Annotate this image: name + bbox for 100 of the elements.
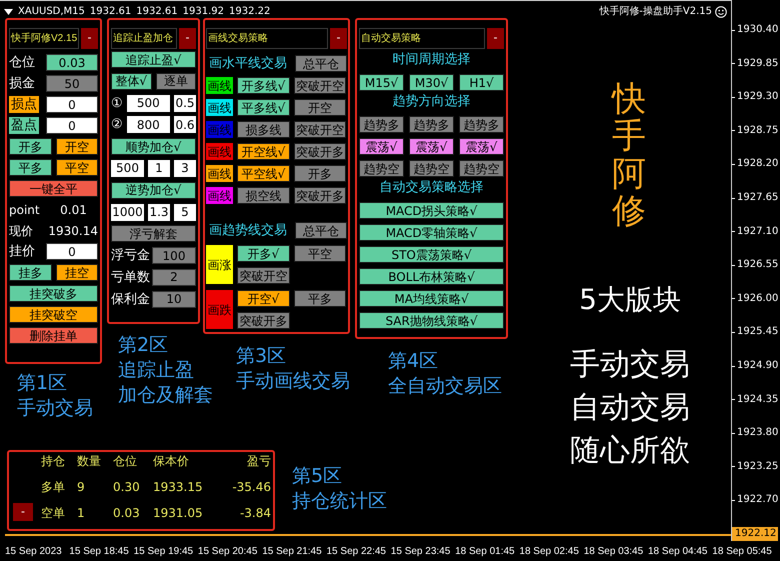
action-button[interactable]: SAR抛物线策略√ — [359, 312, 504, 329]
action-button[interactable]: 开多线√ — [237, 77, 290, 94]
field-label: 仓位 — [9, 54, 35, 71]
dropdown-icon[interactable] — [4, 8, 13, 14]
price-label: 1922.70 — [737, 493, 778, 508]
draw-line-button[interactable]: 画线 — [206, 143, 233, 160]
draw-trend-button[interactable]: 画跌 — [206, 290, 233, 329]
action-button[interactable]: MA均线策略√ — [359, 290, 504, 307]
action-button[interactable]: 突破开多 — [294, 187, 346, 204]
action-button[interactable]: 损空线 — [237, 187, 290, 204]
action-button[interactable]: STO震荡策略√ — [359, 246, 504, 263]
collapse-button[interactable]: - — [13, 503, 33, 521]
value-field[interactable]: 100 — [152, 247, 196, 264]
section-heading: 画趋势线交易 — [208, 222, 287, 240]
value-field[interactable]: 0.03 — [46, 54, 98, 71]
action-button[interactable]: 挂空 — [56, 264, 98, 281]
draw-line-button[interactable]: 画线 — [206, 165, 233, 182]
action-button[interactable]: 趋势空 — [359, 160, 404, 177]
indicator-caption: 快手阿修-操盘助手V2.15 — [599, 4, 712, 19]
action-button[interactable]: 平空 — [294, 245, 346, 262]
action-button[interactable]: 平多 — [9, 159, 52, 176]
action-button[interactable]: 开多 — [294, 165, 346, 182]
action-button[interactable]: 平空 — [56, 159, 98, 176]
input-field[interactable]: 5 — [174, 204, 196, 221]
collapse-button[interactable]: - — [330, 28, 347, 49]
action-button[interactable]: 总平仓 — [295, 222, 347, 239]
action-button[interactable]: 突破开空 — [294, 77, 346, 94]
draw-line-button[interactable]: 画线 — [206, 99, 233, 116]
action-button[interactable]: 损多线 — [237, 121, 290, 138]
action-button[interactable]: 删除挂单 — [9, 327, 98, 344]
action-button[interactable]: 开空 — [294, 99, 346, 116]
action-button[interactable]: 挂突破多 — [9, 285, 98, 302]
draw-line-button[interactable]: 画线 — [206, 77, 233, 94]
value-field[interactable]: 2 — [152, 268, 196, 286]
action-button[interactable]: 挂突破空 — [9, 306, 98, 323]
input-field[interactable]: 1000 — [111, 204, 144, 221]
input-field[interactable]: 500 — [126, 94, 170, 112]
action-button[interactable]: 开空√ — [237, 290, 290, 307]
current-price-label: 1922.12 — [732, 527, 778, 541]
action-button[interactable]: 追踪止盈√ — [111, 51, 196, 68]
action-button[interactable]: 突破开多 — [294, 143, 346, 160]
action-button[interactable]: 平多 — [294, 290, 346, 307]
zone-label: 加仓及解套 — [118, 383, 213, 408]
draw-line-button[interactable]: 画线 — [206, 187, 233, 204]
collapse-button[interactable]: - — [81, 28, 98, 49]
time-label: 18 Sep 02:45 — [519, 545, 579, 559]
input-field[interactable]: 0.6 — [174, 116, 196, 134]
action-button[interactable]: 开多√ — [237, 245, 290, 262]
action-button[interactable]: 一键全平 — [9, 180, 98, 197]
action-button[interactable]: 浮亏解套 — [111, 225, 196, 242]
value-field[interactable]: 50 — [46, 75, 98, 92]
value-field[interactable]: 0 — [46, 96, 98, 113]
action-button[interactable]: 平空线√ — [237, 165, 290, 182]
action-button[interactable]: 突破开多 — [237, 312, 290, 329]
action-button[interactable]: MACD零轴策略√ — [359, 224, 504, 241]
action-button[interactable]: 趋势多 — [409, 116, 454, 133]
input-field[interactable]: 1.3 — [148, 204, 170, 221]
collapse-button[interactable]: - — [179, 28, 196, 49]
input-field[interactable]: 500 — [111, 160, 144, 177]
action-button[interactable]: 开空线√ — [237, 143, 290, 160]
action-button[interactable]: 开多 — [9, 138, 52, 155]
value-field[interactable]: 10 — [152, 290, 196, 308]
action-button[interactable]: 趋势多 — [359, 116, 404, 133]
table-cell-text: 1 — [77, 505, 86, 522]
value-field[interactable]: 0 — [46, 243, 98, 260]
panel-title: 自动交易策略 — [359, 28, 485, 49]
table-cell-text: -35.46 — [231, 479, 271, 496]
column-header: 盈亏 — [246, 453, 271, 470]
input-field[interactable]: 0.5 — [174, 94, 196, 112]
action-button[interactable]: 突破开空 — [294, 121, 346, 138]
action-button[interactable]: 整体√ — [111, 72, 152, 90]
price-label: 1927.10 — [737, 224, 778, 239]
action-button[interactable]: MACD拐头策略√ — [359, 202, 504, 219]
action-button[interactable]: 震荡√ — [359, 138, 404, 155]
draw-trend-button[interactable]: 画涨 — [206, 245, 233, 284]
action-button[interactable]: 开空 — [56, 138, 98, 155]
action-button[interactable]: BOLL布林策略√ — [359, 268, 504, 285]
value-field[interactable]: 0 — [46, 117, 98, 134]
action-button[interactable]: 趋势空 — [409, 160, 454, 177]
action-button[interactable]: 逐单 — [156, 72, 196, 90]
field-label: 亏单数 — [111, 268, 150, 286]
action-button[interactable]: 逆势加仓√ — [111, 182, 196, 199]
input-field[interactable]: 3 — [174, 160, 196, 177]
action-button[interactable]: 总平仓 — [295, 55, 347, 72]
action-button[interactable]: 趋势多 — [459, 116, 504, 133]
table-cell-text: -3.84 — [238, 505, 271, 522]
action-button[interactable]: M15√ — [359, 74, 404, 91]
action-button[interactable]: H1√ — [459, 74, 504, 91]
time-label: 18 Sep 05:45 — [712, 545, 772, 559]
action-button[interactable]: 挂多 — [9, 264, 52, 281]
action-button[interactable]: 顺势加仓√ — [111, 138, 196, 156]
action-button[interactable]: M30√ — [409, 74, 454, 91]
input-field[interactable]: 800 — [126, 116, 170, 134]
action-button[interactable]: 平多线√ — [237, 99, 290, 116]
collapse-button[interactable]: - — [487, 28, 504, 49]
action-button[interactable]: 震荡√ — [459, 138, 504, 155]
action-button[interactable]: 突破开空 — [237, 267, 290, 284]
input-field[interactable]: 1 — [148, 160, 170, 177]
action-button[interactable]: 趋势空 — [459, 160, 504, 177]
action-button[interactable]: 震荡√ — [409, 138, 454, 155]
